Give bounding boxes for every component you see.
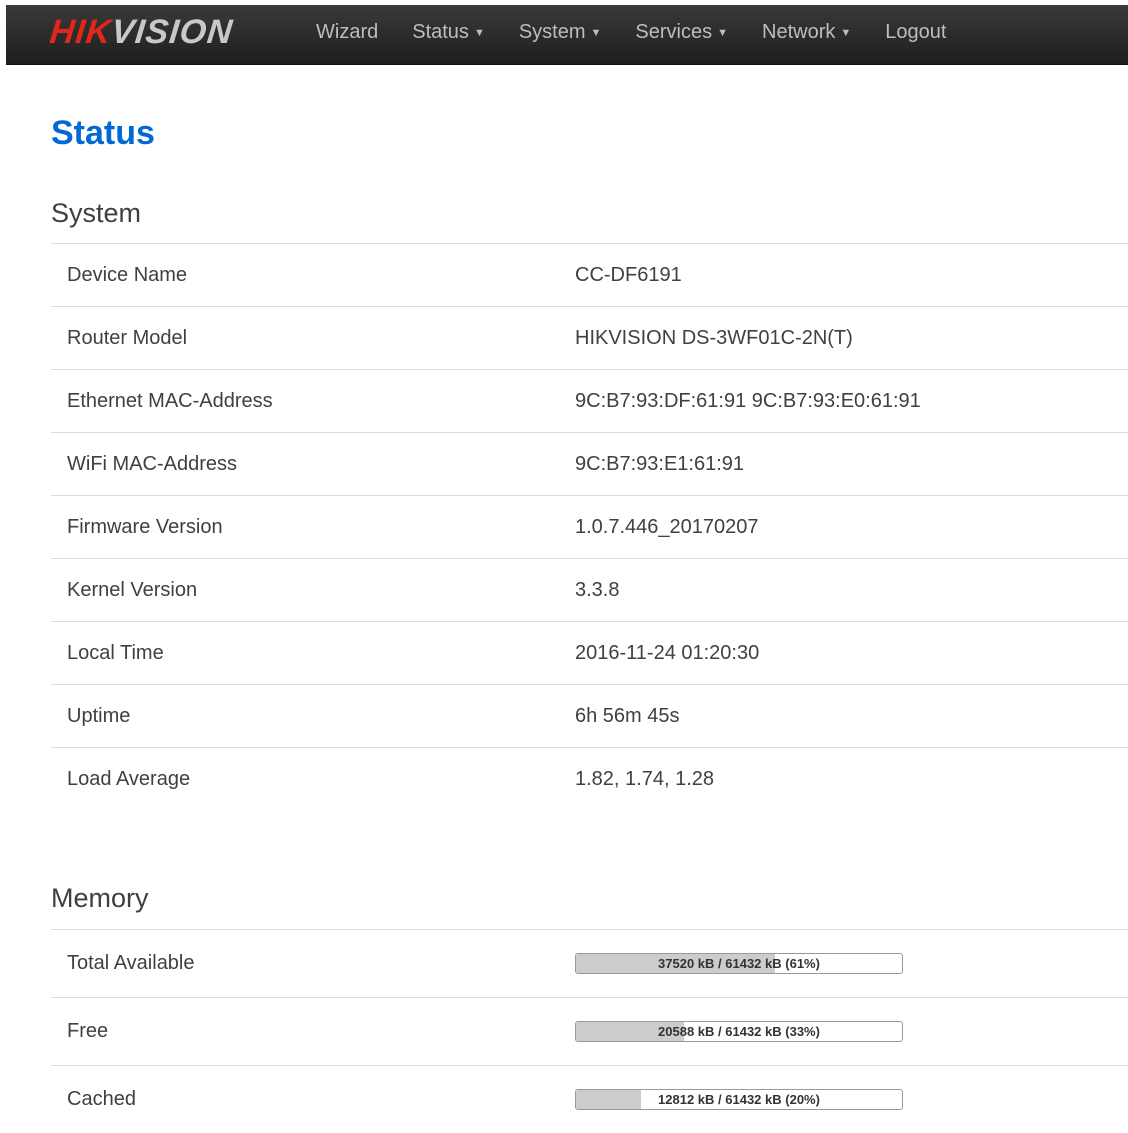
caret-down-icon: ▼	[474, 27, 485, 39]
system-row: Firmware Version1.0.7.446_20170207	[51, 496, 1128, 559]
system-row: Load Average1.82, 1.74, 1.28	[51, 748, 1128, 811]
system-row: Uptime6h 56m 45s	[51, 685, 1128, 748]
nav-item-system[interactable]: System ▼	[519, 21, 602, 44]
row-value: 1.0.7.446_20170207	[575, 496, 1128, 559]
row-value: 6h 56m 45s	[575, 685, 1128, 748]
nav-item-services[interactable]: Services ▼	[635, 21, 728, 44]
row-label: Firmware Version	[51, 496, 575, 559]
row-label: Cached	[51, 1066, 575, 1133]
row-value: CC-DF6191	[575, 244, 1128, 307]
row-label: Router Model	[51, 307, 575, 370]
caret-down-icon: ▼	[717, 27, 728, 39]
row-label: Uptime	[51, 685, 575, 748]
system-row: Device NameCC-DF6191	[51, 244, 1128, 307]
memory-row: Total Available37520 kB / 61432 kB (61%)	[51, 930, 1128, 998]
memory-progress-bar: 20588 kB / 61432 kB (33%)	[575, 1021, 903, 1042]
row-value: 20588 kB / 61432 kB (33%)	[575, 998, 1128, 1066]
progress-text: 37520 kB / 61432 kB (61%)	[576, 954, 902, 973]
logo-text-grey: VISION	[110, 13, 235, 51]
nav-item-label: Status	[412, 21, 469, 43]
nav-item-label: Wizard	[316, 21, 378, 43]
system-row: WiFi MAC-Address9C:B7:93:E1:61:91	[51, 433, 1128, 496]
system-section-title: System	[51, 196, 141, 230]
row-label: Local Time	[51, 622, 575, 685]
row-label: Free	[51, 998, 575, 1066]
page-title: Status	[51, 111, 155, 155]
nav-item-label: Services	[635, 21, 712, 43]
hikvision-logo[interactable]: HIKVISION	[48, 12, 235, 52]
row-value: 9C:B7:93:DF:61:91 9C:B7:93:E0:61:91	[575, 370, 1128, 433]
row-value: HIKVISION DS-3WF01C-2N(T)	[575, 307, 1128, 370]
system-table: Device NameCC-DF6191Router ModelHIKVISIO…	[51, 243, 1128, 810]
row-label: Kernel Version	[51, 559, 575, 622]
nav-item-logout[interactable]: Logout	[885, 21, 946, 44]
nav-menu: Wizard Status ▼ System ▼ Services ▼ Network ▼ Log…	[316, 5, 980, 60]
progress-text: 20588 kB / 61432 kB (33%)	[576, 1022, 902, 1041]
memory-row: Free20588 kB / 61432 kB (33%)	[51, 998, 1128, 1066]
top-navbar: HIKVISION WizardStatus▼System▼Services▼N…	[6, 5, 1128, 65]
memory-row: Cached12812 kB / 61432 kB (20%)	[51, 1066, 1128, 1133]
nav-item-label: System	[519, 21, 586, 43]
nav-item-status[interactable]: Status ▼	[412, 21, 485, 44]
row-value: 1.82, 1.74, 1.28	[575, 748, 1128, 811]
system-row: Kernel Version3.3.8	[51, 559, 1128, 622]
memory-progress-bar: 37520 kB / 61432 kB (61%)	[575, 953, 903, 974]
caret-down-icon: ▼	[591, 27, 602, 39]
memory-table: Total Available37520 kB / 61432 kB (61%)…	[51, 929, 1128, 1133]
row-label: Ethernet MAC-Address	[51, 370, 575, 433]
row-value: 3.3.8	[575, 559, 1128, 622]
system-row: Router ModelHIKVISION DS-3WF01C-2N(T)	[51, 307, 1128, 370]
row-label: Total Available	[51, 930, 575, 998]
progress-text: 12812 kB / 61432 kB (20%)	[576, 1090, 902, 1109]
row-value: 12812 kB / 61432 kB (20%)	[575, 1066, 1128, 1133]
memory-progress-bar: 12812 kB / 61432 kB (20%)	[575, 1089, 903, 1110]
row-label: Device Name	[51, 244, 575, 307]
row-value: 2016-11-24 01:20:30	[575, 622, 1128, 685]
system-row: Local Time2016-11-24 01:20:30	[51, 622, 1128, 685]
nav-item-network[interactable]: Network ▼	[762, 21, 851, 44]
nav-item-label: Network	[762, 21, 835, 43]
system-row: Ethernet MAC-Address9C:B7:93:DF:61:91 9C…	[51, 370, 1128, 433]
nav-item-wizard[interactable]: Wizard	[316, 21, 378, 44]
caret-down-icon: ▼	[840, 27, 851, 39]
row-label: Load Average	[51, 748, 575, 811]
memory-section-title: Memory	[51, 881, 149, 915]
row-value: 37520 kB / 61432 kB (61%)	[575, 930, 1128, 998]
nav-item-label: Logout	[885, 21, 946, 43]
row-value: 9C:B7:93:E1:61:91	[575, 433, 1128, 496]
logo-text-red: HIK	[48, 13, 114, 51]
row-label: WiFi MAC-Address	[51, 433, 575, 496]
